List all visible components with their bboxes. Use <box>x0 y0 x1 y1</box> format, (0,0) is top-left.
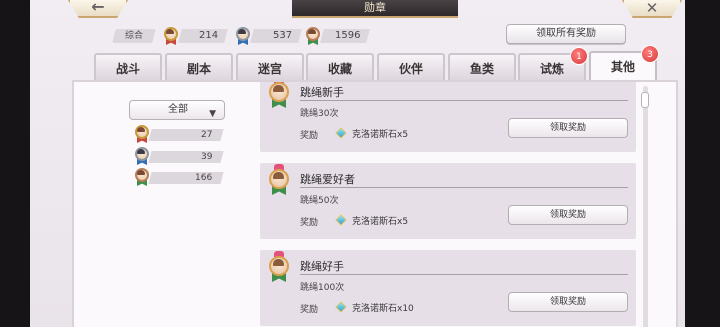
achievement-medal-icon <box>268 82 290 108</box>
reward-value: 克洛诺斯石x5 <box>352 217 409 227</box>
chronos-stone-icon <box>335 301 347 313</box>
category-tabs: 战斗 剧本 迷宫 收藏 伙伴 鱼类 试炼 1 其他 3 <box>94 45 685 81</box>
content-panel: 全部 ▼ 27 39 166 跳绳新手 跳绳30次 奖励 克洛诺斯石x5 领取奖励 <box>72 80 678 327</box>
chevron-down-icon: ▼ <box>209 109 216 119</box>
achievement-name: 跳绳好手 <box>300 260 344 273</box>
divider <box>300 274 628 275</box>
achievement-medal-icon <box>268 164 290 195</box>
filter-dropdown[interactable]: 全部 ▼ <box>129 100 225 120</box>
reward-value: 克洛诺斯石x10 <box>352 304 414 314</box>
back-button[interactable]: ← <box>68 0 128 18</box>
scrollbar[interactable] <box>643 86 648 327</box>
left-bezel <box>0 0 30 327</box>
reward-label: 奖励 <box>300 131 319 141</box>
achievement-card: 跳绳新手 跳绳30次 奖励 克洛诺斯石x5 领取奖励 <box>260 82 636 152</box>
tab-fish[interactable]: 鱼类 <box>448 53 516 81</box>
achievement-desc: 跳绳100次 <box>300 283 345 293</box>
reward-label: 奖励 <box>300 305 319 315</box>
back-arrow-icon: ← <box>91 0 105 16</box>
tab-script[interactable]: 剧本 <box>165 53 233 81</box>
notification-badge: 3 <box>641 45 659 63</box>
achievement-desc: 跳绳30次 <box>300 109 339 119</box>
gold-medal-icon <box>163 27 179 45</box>
achievement-name: 跳绳新手 <box>300 86 344 99</box>
stat-silver: 39 <box>134 147 224 165</box>
stat-bronze: 166 <box>134 168 224 186</box>
claim-reward-button[interactable]: 领取奖励 <box>508 292 628 312</box>
medal-screen: ← 勋章 ✕ 综合 214 537 1596 领取所有奖励 战斗 剧本 迷宫 收… <box>30 0 685 327</box>
close-icon: ✕ <box>645 0 659 17</box>
bronze-medal-icon <box>305 27 321 45</box>
tab-collection[interactable]: 收藏 <box>306 53 374 81</box>
notification-badge: 1 <box>570 47 588 65</box>
divider <box>300 187 628 188</box>
reward-value: 克洛诺斯石x5 <box>352 130 409 140</box>
bronze-count: 1596 <box>320 29 370 43</box>
scrollbar-thumb[interactable] <box>641 92 649 108</box>
claim-reward-button[interactable]: 领取奖励 <box>508 118 628 138</box>
gold-count: 214 <box>178 29 228 43</box>
silver-count: 537 <box>250 29 302 43</box>
close-button[interactable]: ✕ <box>622 0 682 18</box>
claim-reward-button[interactable]: 领取奖励 <box>508 205 628 225</box>
achievement-card: 跳绳爱好者 跳绳50次 奖励 克洛诺斯石x5 领取奖励 <box>260 163 636 239</box>
chronos-stone-icon <box>335 214 347 226</box>
achievement-medal-icon <box>268 251 290 282</box>
achievement-name: 跳绳爱好者 <box>300 173 355 186</box>
achievement-list: 跳绳新手 跳绳30次 奖励 克洛诺斯石x5 领取奖励 跳绳爱好者 跳绳50次 奖… <box>260 82 636 327</box>
stat-gold: 27 <box>134 125 224 143</box>
tab-maze[interactable]: 迷宫 <box>236 53 304 81</box>
tab-other[interactable]: 其他 3 <box>589 45 659 81</box>
tab-battle[interactable]: 战斗 <box>94 53 162 81</box>
silver-medal-icon <box>235 27 251 45</box>
chronos-stone-icon <box>335 127 347 139</box>
page-title: 勋章 <box>292 0 458 18</box>
reward-label: 奖励 <box>300 218 319 228</box>
divider <box>300 100 628 101</box>
right-bezel <box>685 0 720 327</box>
tab-trial[interactable]: 试炼 1 <box>518 47 588 81</box>
achievement-card: 跳绳好手 跳绳100次 奖励 克洛诺斯石x10 领取奖励 <box>260 250 636 326</box>
tab-partner[interactable]: 伙伴 <box>377 53 445 81</box>
claim-all-button[interactable]: 领取所有奖励 <box>506 24 626 44</box>
summary-label: 综合 <box>112 29 156 43</box>
achievement-desc: 跳绳50次 <box>300 196 339 206</box>
